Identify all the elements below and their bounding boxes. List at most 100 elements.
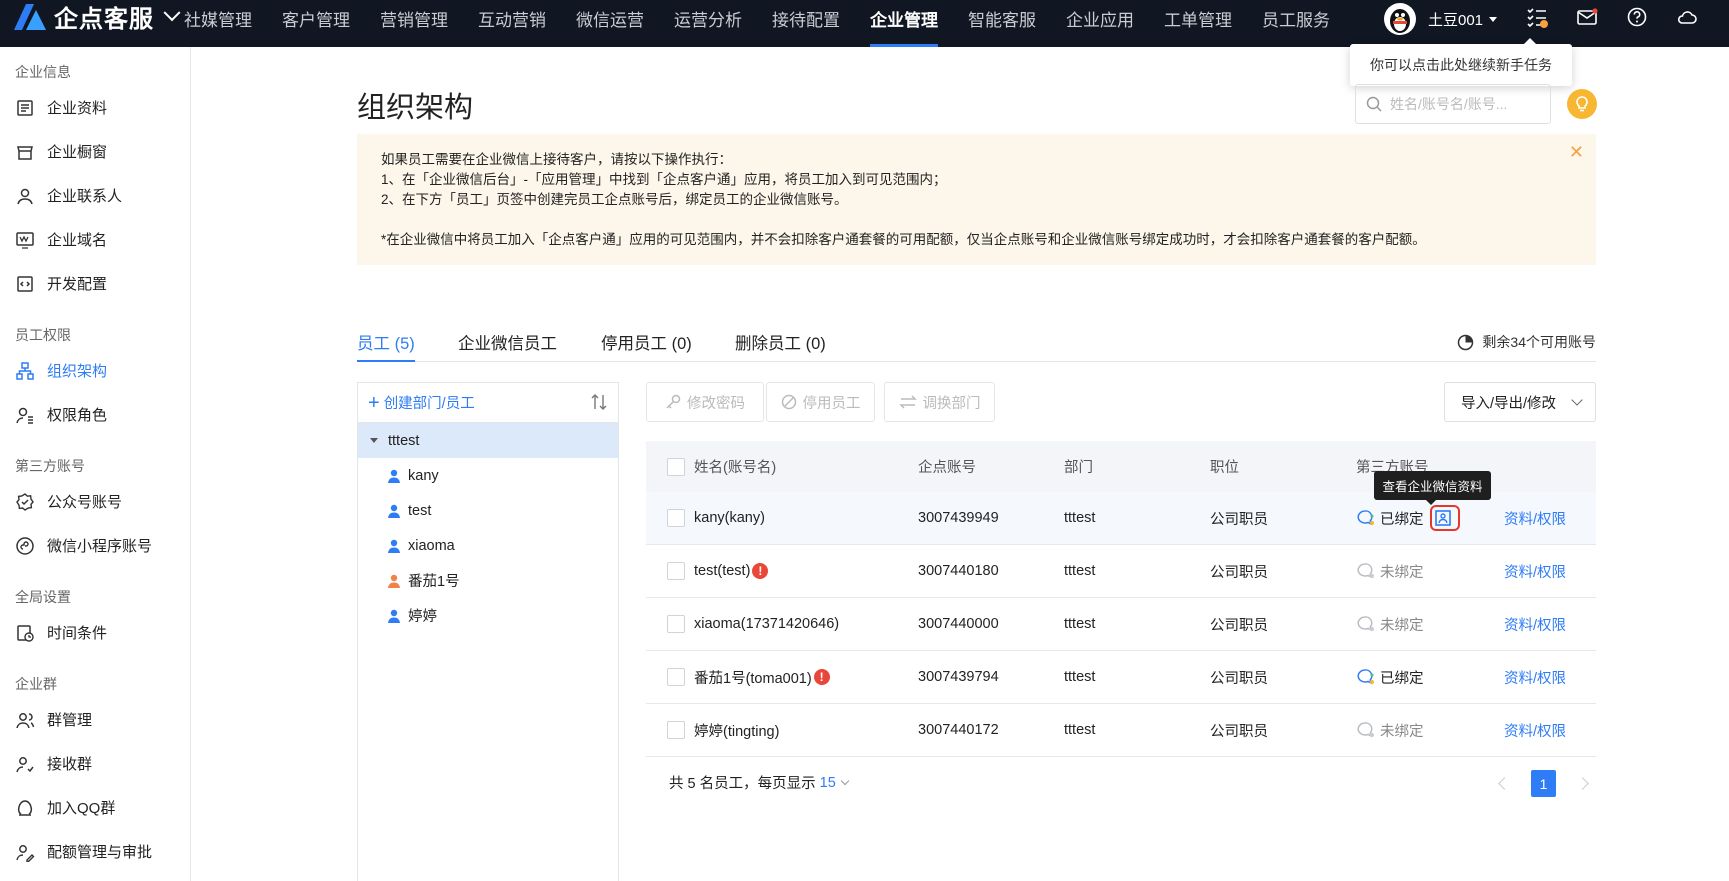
- chevron-down-icon[interactable]: [840, 776, 850, 785]
- tree-member[interactable]: 番茄1号: [358, 563, 618, 598]
- prev-page-icon[interactable]: [1498, 777, 1511, 790]
- close-icon[interactable]: ✕: [1569, 142, 1584, 162]
- staff-account: 3007439794: [918, 669, 999, 685]
- search-input[interactable]: [1390, 96, 1540, 112]
- wework-icon: [1357, 563, 1374, 579]
- nav-item[interactable]: 社媒管理: [184, 0, 252, 47]
- sidebar-item-label: 公众号账号: [47, 494, 123, 511]
- cloud-icon[interactable]: [1676, 6, 1698, 28]
- nav-item[interactable]: 企业应用: [1066, 0, 1134, 47]
- table-row[interactable]: xiaoma(17371420646) 3007440000 tttest 公司…: [646, 598, 1596, 651]
- guide-tip[interactable]: 你可以点击此处继续新手任务: [1350, 38, 1572, 86]
- sidebar-item[interactable]: 企业域名: [15, 229, 107, 250]
- sort-icon[interactable]: [590, 393, 608, 411]
- nav-item[interactable]: 工单管理: [1164, 0, 1232, 47]
- staff-dept: tttest: [1064, 563, 1096, 579]
- notice-footnote: *在企业微信中将员工加入「企点客户通」应用的可见范围内，并不会扣除客户通套餐的可…: [381, 232, 1426, 247]
- staff-role: 公司职员: [1210, 564, 1268, 581]
- select-all-checkbox[interactable]: [667, 457, 685, 476]
- nav-item[interactable]: 企业管理: [870, 0, 938, 47]
- tab-disabled-staff[interactable]: 停用员工 (0): [601, 330, 692, 362]
- row-checkbox[interactable]: [667, 668, 685, 686]
- nav-item[interactable]: 接待配置: [772, 0, 840, 47]
- lightbulb-button[interactable]: [1567, 89, 1597, 119]
- sidebar-item[interactable]: 群管理: [15, 709, 92, 730]
- next-page-icon[interactable]: [1576, 777, 1589, 790]
- row-checkbox[interactable]: [667, 615, 685, 633]
- tree-root-dept[interactable]: tttest: [358, 423, 618, 458]
- sidebar-item-label: 群管理: [47, 712, 93, 729]
- page-size-select[interactable]: 15: [820, 775, 836, 791]
- row-checkbox[interactable]: [667, 509, 685, 527]
- sidebar-item[interactable]: 企业橱窗: [15, 141, 107, 162]
- sidebar-item[interactable]: 开发配置: [15, 273, 107, 294]
- nav-item[interactable]: 微信运营: [576, 0, 644, 47]
- sidebar-item[interactable]: 权限角色: [15, 404, 107, 425]
- warning-icon[interactable]: !: [813, 669, 830, 685]
- profile-permission-link[interactable]: 资料/权限: [1504, 651, 1566, 703]
- sidebar-item[interactable]: 配额管理与审批: [15, 841, 152, 862]
- mail-icon[interactable]: [1576, 6, 1598, 28]
- nav-item[interactable]: 互动营销: [478, 0, 546, 47]
- tree-member[interactable]: kany: [358, 458, 618, 493]
- member-name: 婷婷: [408, 609, 437, 625]
- view-wework-profile-button[interactable]: [1429, 505, 1460, 531]
- nav-item[interactable]: 运营分析: [674, 0, 742, 47]
- bind-status[interactable]: 已绑定: [1356, 505, 1460, 531]
- tree-member[interactable]: 婷婷: [358, 598, 618, 633]
- create-dept-staff-button[interactable]: + 创建部门/员工: [358, 383, 618, 423]
- bind-status[interactable]: 已绑定: [1356, 667, 1424, 688]
- sidebar-item-label: 时间条件: [47, 625, 108, 642]
- staff-dept: tttest: [1064, 616, 1096, 632]
- bind-status[interactable]: 未绑定: [1356, 561, 1424, 582]
- staff-dept: tttest: [1064, 510, 1096, 526]
- nav-item[interactable]: 客户管理: [282, 0, 350, 47]
- disable-staff-button[interactable]: 停用员工: [766, 382, 875, 422]
- nav-item[interactable]: 营销管理: [380, 0, 448, 47]
- tree-member[interactable]: xiaoma: [358, 528, 618, 563]
- main-nav: 社媒管理 客户管理 营销管理 互动营销 微信运营 运营分析 接待配置 企业管理 智能客服 企业应用…: [184, 0, 1360, 47]
- table-footer: 共 5 名员工，每页显示 15: [669, 772, 850, 793]
- sidebar-item[interactable]: 公众号账号: [15, 491, 122, 512]
- warning-icon[interactable]: !: [752, 563, 769, 579]
- profile-permission-link[interactable]: 资料/权限: [1504, 598, 1566, 650]
- ban-icon: [781, 394, 796, 410]
- tab-wework-staff[interactable]: 企业微信员工: [458, 330, 557, 362]
- change-password-button[interactable]: 修改密码: [646, 382, 764, 422]
- nav-item[interactable]: 员工服务: [1262, 0, 1330, 47]
- tree-member[interactable]: test: [358, 493, 618, 528]
- table-row[interactable]: 番茄1号(toma001)! 3007439794 tttest 公司职员 已绑…: [646, 651, 1596, 704]
- export-dropdown[interactable]: 导入/导出/修改: [1444, 382, 1596, 422]
- sidebar-item[interactable]: 组织架构: [15, 360, 107, 381]
- profile-permission-link[interactable]: 资料/权限: [1504, 545, 1566, 597]
- wework-icon: [1357, 669, 1374, 685]
- table-row[interactable]: test(test)! 3007440180 tttest 公司职员 未绑定 资…: [646, 545, 1596, 598]
- sidebar-item[interactable]: 接收群: [15, 753, 92, 774]
- sidebar-item[interactable]: 加入QQ群: [15, 797, 115, 818]
- sidebar-item-label: 权限角色: [47, 407, 108, 424]
- sidebar-item[interactable]: 企业资料: [15, 97, 107, 118]
- help-icon[interactable]: [1626, 6, 1648, 28]
- profile-permission-link[interactable]: 资料/权限: [1504, 704, 1566, 756]
- profile-permission-link[interactable]: 资料/权限: [1504, 492, 1566, 544]
- user-menu[interactable]: 土豆001: [1384, 2, 1498, 36]
- avatar[interactable]: [1384, 3, 1416, 35]
- page-number[interactable]: 1: [1531, 770, 1556, 797]
- task-list-icon[interactable]: [1526, 6, 1548, 28]
- sidebar-item[interactable]: 企业联系人: [15, 185, 122, 206]
- app-logo[interactable]: 企点客服: [12, 0, 181, 33]
- expand-caret-icon[interactable]: [370, 438, 378, 443]
- sidebar-item[interactable]: 微信小程序账号: [15, 535, 152, 556]
- search-box[interactable]: [1355, 84, 1551, 124]
- nav-item[interactable]: 智能客服: [968, 0, 1036, 47]
- move-dept-button[interactable]: 调换部门: [884, 382, 995, 422]
- tab-staff[interactable]: 员工 (5): [357, 330, 415, 362]
- chevron-down-icon[interactable]: [163, 3, 181, 21]
- bind-status[interactable]: 未绑定: [1356, 614, 1424, 635]
- row-checkbox[interactable]: [667, 721, 685, 739]
- row-checkbox[interactable]: [667, 562, 685, 580]
- bind-status[interactable]: 未绑定: [1356, 720, 1424, 741]
- tab-deleted-staff[interactable]: 删除员工 (0): [735, 330, 826, 362]
- sidebar-item[interactable]: 时间条件: [15, 622, 107, 643]
- table-row[interactable]: 婷婷(tingting) 3007440172 tttest 公司职员 未绑定 …: [646, 704, 1596, 757]
